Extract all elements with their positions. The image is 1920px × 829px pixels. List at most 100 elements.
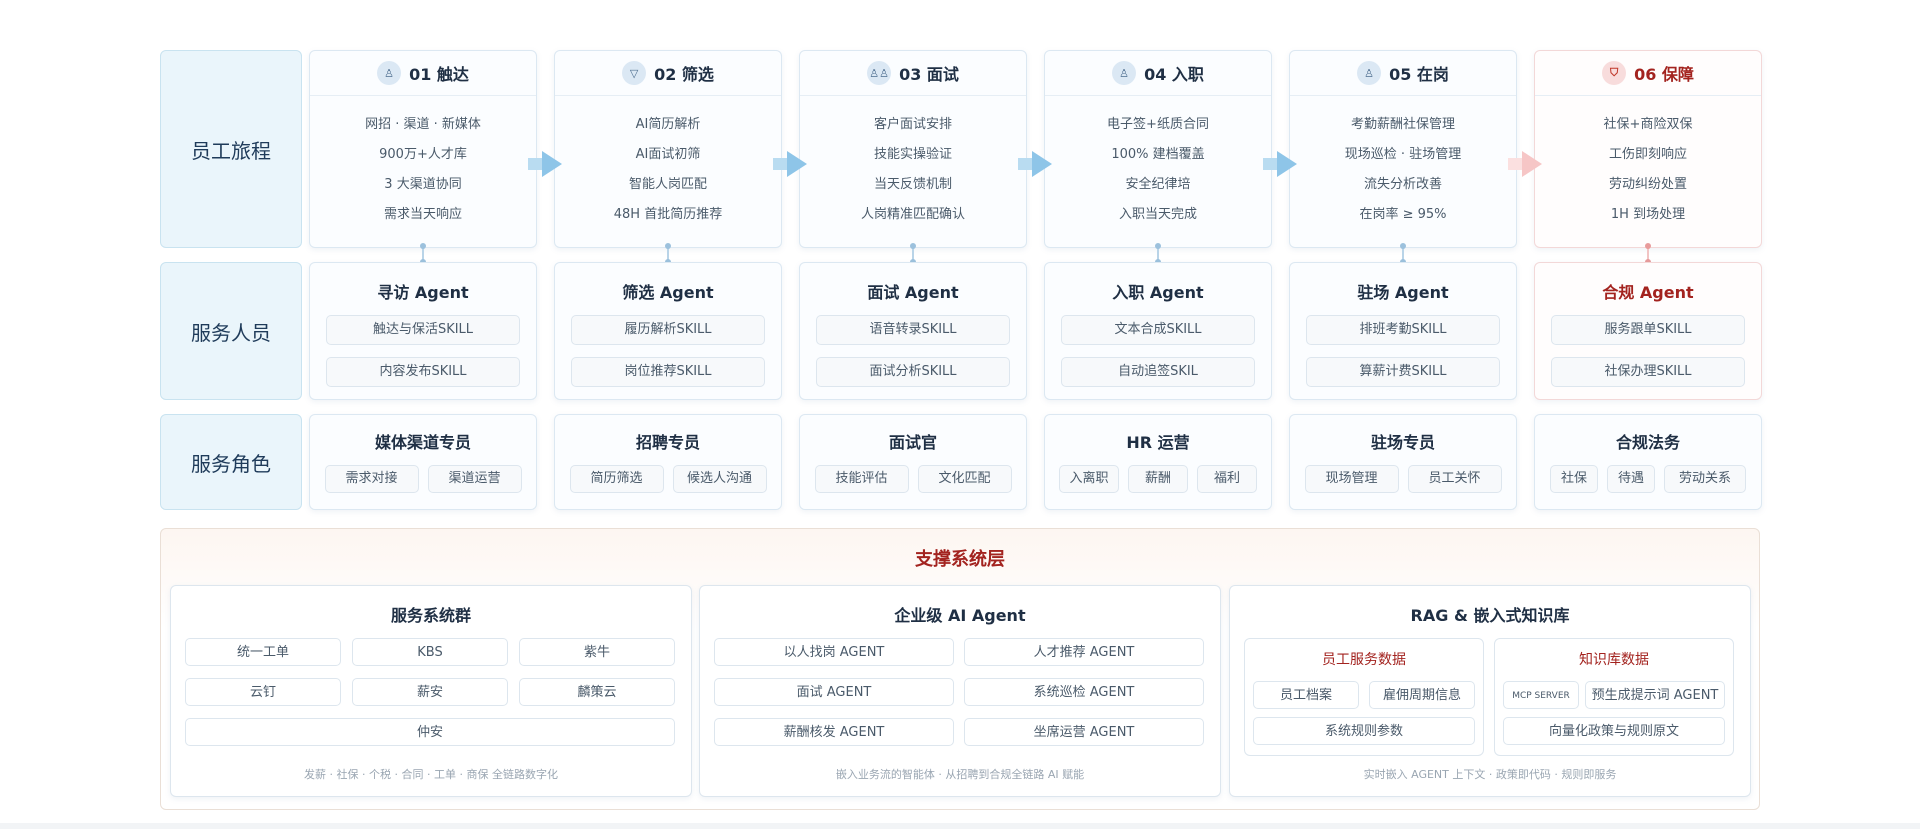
panel-note: 发薪 · 社保 · 个税 · 合同 · 工单 · 商保 全链路数字化: [304, 768, 558, 781]
skill-pill[interactable]: 触达与保活SKILL: [326, 315, 520, 345]
flow-arrow-icon: [1508, 151, 1542, 177]
agent-item[interactable]: 薪酬核发 AGENT: [714, 718, 954, 746]
agent-item[interactable]: 坐席运营 AGENT: [964, 718, 1204, 746]
stage-title: 02 筛选: [654, 65, 714, 84]
role-card-interviewer[interactable]: 面试官 技能评估 文化匹配: [799, 414, 1027, 510]
agent-card-compliance[interactable]: 合规 Agent 服务跟单SKILL 社保办理SKILL: [1534, 262, 1762, 400]
role-card-hr-ops[interactable]: HR 运营 入离职 薪酬 福利: [1044, 414, 1272, 510]
stage-title: 05 在岗: [1389, 65, 1449, 84]
skill-pill[interactable]: 服务跟单SKILL: [1551, 315, 1745, 345]
role-card-media[interactable]: 媒体渠道专员 需求对接 渠道运营: [309, 414, 537, 510]
role-tag[interactable]: 入离职: [1059, 465, 1119, 493]
agent-card-screening[interactable]: 筛选 Agent 履历解析SKILL 岗位推荐SKILL: [554, 262, 782, 400]
skill-pill[interactable]: 履历解析SKILL: [571, 315, 765, 345]
role-card-onsite[interactable]: 驻场专员 现场管理 员工关怀: [1289, 414, 1517, 510]
stage-line: 在岗率 ≥ 95%: [1359, 207, 1447, 222]
skill-pill[interactable]: 社保办理SKILL: [1551, 357, 1745, 387]
skill-pill[interactable]: 自动追签SKIL: [1061, 357, 1255, 387]
system-item[interactable]: 仲安: [185, 718, 675, 746]
bottom-divider: [0, 823, 1920, 829]
agent-card-interview[interactable]: 面试 Agent 语音转录SKILL 面试分析SKILL: [799, 262, 1027, 400]
system-item[interactable]: 麟策云: [519, 678, 675, 706]
role-title: 面试官: [888, 433, 937, 452]
data-item[interactable]: 雇佣周期信息: [1369, 681, 1475, 709]
role-tag[interactable]: 需求对接: [324, 465, 419, 493]
data-item[interactable]: 向量化政策与规则原文: [1503, 717, 1725, 745]
role-title: HR 运营: [1126, 433, 1190, 452]
stage-card-protection[interactable]: ⛉ 06 保障 社保+商险双保 工伤即刻响应 劳动纠纷处置 1H 到场处理: [1534, 50, 1762, 248]
role-tag[interactable]: 渠道运营: [427, 465, 522, 493]
panel-title: RAG & 嵌入式知识库: [1410, 606, 1570, 625]
ai-agent-panel: 企业级 AI Agent 以人找岗 AGENT 人才推荐 AGENT 面试 AG…: [699, 585, 1221, 797]
stage-line: 流失分析改善: [1363, 177, 1442, 192]
role-tag[interactable]: 社保: [1550, 465, 1598, 493]
agent-card-onboarding[interactable]: 入职 Agent 文本合成SKILL 自动追签SKIL: [1044, 262, 1272, 400]
role-tag[interactable]: 候选人沟通: [672, 465, 767, 493]
data-item[interactable]: 员工档案: [1253, 681, 1359, 709]
row-label-journey: 员工旅程: [160, 50, 302, 248]
role-card-recruiter[interactable]: 招聘专员 简历筛选 候选人沟通: [554, 414, 782, 510]
agent-item[interactable]: 人才推荐 AGENT: [964, 638, 1204, 666]
shield-icon: ⛉: [1602, 61, 1627, 85]
stage-line: 考勤薪酬社保管理: [1350, 117, 1455, 132]
skill-pill[interactable]: 岗位推荐SKILL: [571, 357, 765, 387]
agent-item[interactable]: 系统巡检 AGENT: [964, 678, 1204, 706]
connector-dot: [1400, 243, 1406, 265]
data-item[interactable]: MCP SERVER: [1503, 681, 1579, 709]
system-item[interactable]: 薪安: [352, 678, 508, 706]
role-card-compliance[interactable]: 合规法务 社保 待遇 劳动关系: [1534, 414, 1762, 510]
connector-dot: [665, 243, 671, 265]
stage-card-onboarding[interactable]: ♙ 04 入职 电子签+纸质合同 100% 建档覆盖 安全纪律培 入职当天完成: [1044, 50, 1272, 248]
rag-panel: RAG & 嵌入式知识库 员工服务数据 员工档案 雇佣周期信息 系统规则参数 知…: [1229, 585, 1751, 797]
agent-item[interactable]: 面试 AGENT: [714, 678, 954, 706]
system-item[interactable]: 统一工单: [185, 638, 341, 666]
stage-card-onjob[interactable]: ♙ 05 在岗 考勤薪酬社保管理 现场巡检 · 驻场管理 流失分析改善 在岗率 ≥ 95…: [1289, 50, 1517, 248]
data-item[interactable]: 系统规则参数: [1253, 717, 1475, 745]
skill-pill[interactable]: 面试分析SKILL: [816, 357, 1010, 387]
panel-note: 嵌入业务流的智能体 · 从招聘到合规全链路 AI 赋能: [835, 768, 1085, 781]
system-item[interactable]: KBS: [352, 638, 508, 666]
stage-card-interview[interactable]: ♙♙ 03 面试 客户面试安排 技能实操验证 当天反馈机制 人岗精准匹配确认: [799, 50, 1027, 248]
role-tag[interactable]: 待遇: [1607, 465, 1655, 493]
data-item[interactable]: 预生成提示词 AGENT: [1585, 681, 1725, 709]
skill-pill[interactable]: 内容发布SKILL: [326, 357, 520, 387]
stage-line: 工伤即刻响应: [1608, 147, 1687, 162]
stage-line: 1H 到场处理: [1610, 207, 1686, 222]
support-layer: 支撑系统层 服务系统群 统一工单 KBS 紫牛 云钉 薪安 麟策云 仲安 发薪 …: [160, 528, 1760, 810]
role-tag[interactable]: 现场管理: [1304, 465, 1399, 493]
skill-pill[interactable]: 文本合成SKILL: [1061, 315, 1255, 345]
role-tag[interactable]: 文化匹配: [917, 465, 1012, 493]
role-tag[interactable]: 薪酬: [1128, 465, 1188, 493]
agent-title: 寻访 Agent: [377, 283, 469, 302]
system-item[interactable]: 云钉: [185, 678, 341, 706]
role-tag[interactable]: 劳动关系: [1664, 465, 1746, 493]
agent-title: 合规 Agent: [1602, 283, 1694, 302]
system-item[interactable]: 紫牛: [519, 638, 675, 666]
stage-title: 04 入职: [1144, 65, 1204, 84]
role-tag[interactable]: 员工关怀: [1407, 465, 1502, 493]
user-check-icon: ♙: [1112, 61, 1137, 85]
agent-card-onsite[interactable]: 驻场 Agent 排班考勤SKILL 算薪计费SKILL: [1289, 262, 1517, 400]
role-title: 合规法务: [1615, 433, 1680, 452]
panel-title: 企业级 AI Agent: [894, 606, 1026, 625]
skill-pill[interactable]: 语音转录SKILL: [816, 315, 1010, 345]
skill-pill[interactable]: 排班考勤SKILL: [1306, 315, 1500, 345]
role-tag[interactable]: 简历筛选: [569, 465, 664, 493]
stage-line: 100% 建档覆盖: [1111, 147, 1205, 162]
skill-pill[interactable]: 算薪计费SKILL: [1306, 357, 1500, 387]
flow-arrow-icon: [773, 151, 807, 177]
role-title: 驻场专员: [1370, 433, 1435, 452]
stage-line: 客户面试安排: [873, 117, 952, 132]
flow-arrow-icon: [528, 151, 562, 177]
connector-dot: [1645, 243, 1651, 265]
row-label-roles: 服务角色: [160, 414, 302, 510]
stage-card-touch[interactable]: ♙ 01 触达 网招 · 渠道 · 新媒体 900万+人才库 3 大渠道协同 需求当天响…: [309, 50, 537, 248]
stage-line: AI面试初筛: [635, 147, 701, 162]
agent-card-search[interactable]: 寻访 Agent 触达与保活SKILL 内容发布SKILL: [309, 262, 537, 400]
role-tag[interactable]: 技能评估: [814, 465, 909, 493]
agent-item[interactable]: 以人找岗 AGENT: [714, 638, 954, 666]
role-tag[interactable]: 福利: [1197, 465, 1257, 493]
stage-line: 社保+商险双保: [1603, 117, 1693, 132]
group-title: 知识库数据: [1579, 652, 1649, 668]
stage-card-screening[interactable]: ▽ 02 筛选 AI简历解析 AI面试初筛 智能人岗匹配 48H 首批简历推荐: [554, 50, 782, 248]
